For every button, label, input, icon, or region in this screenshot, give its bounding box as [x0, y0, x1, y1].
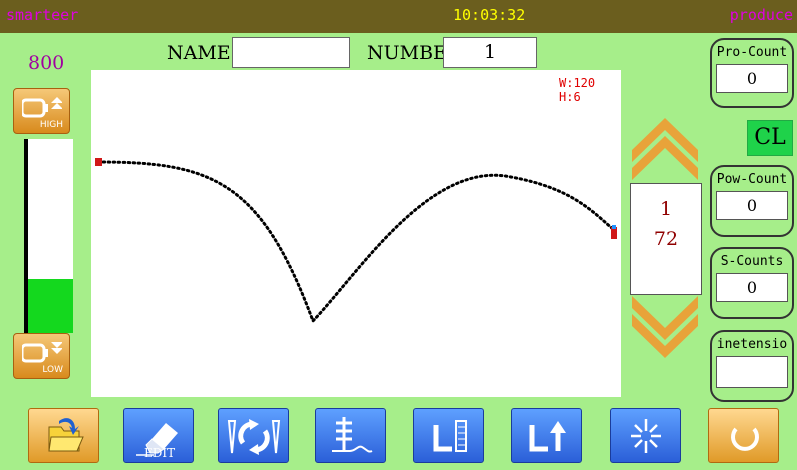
stitch-current: 1: [659, 198, 673, 220]
thread-feed-icon: [332, 417, 373, 453]
light-button[interactable]: [610, 408, 681, 463]
pow-counter: Pow-Count 0: [710, 165, 794, 237]
speed-down-icon: [22, 342, 62, 363]
speed-high-label: HIGH: [39, 120, 63, 130]
pattern-canvas: W:120 H:6: [91, 70, 621, 397]
speed-gauge-fill: [28, 278, 73, 333]
tension-title: inetensio: [716, 337, 788, 352]
speed-value: 800: [28, 52, 65, 74]
edit-button[interactable]: EDIT: [123, 408, 194, 463]
stitch-position: 1 72: [630, 183, 702, 295]
pro-counter-title: Pro-Count: [716, 45, 788, 60]
folder-open-icon: [48, 418, 84, 452]
chevron-down-icon[interactable]: [630, 296, 700, 366]
open-file-button[interactable]: [28, 408, 99, 463]
stitch-total: 72: [653, 228, 679, 250]
return-button[interactable]: [708, 408, 779, 463]
return-icon: [731, 427, 759, 451]
brand-label: smarteer: [6, 6, 79, 24]
clamp-button[interactable]: [413, 408, 484, 463]
needle-rotate-button[interactable]: [218, 408, 289, 463]
start-marker: [95, 158, 102, 166]
stitch-path: [95, 158, 617, 324]
speed-down-button[interactable]: LOW: [13, 333, 70, 379]
pro-counter-value[interactable]: 0: [716, 64, 788, 93]
tension-value[interactable]: [716, 356, 788, 388]
speed-low-label: LOW: [42, 365, 63, 375]
clamp-icon: [433, 420, 467, 452]
s-counter: S-Counts 0: [710, 247, 794, 319]
number-field[interactable]: 1: [443, 37, 537, 68]
light-icon: [631, 419, 661, 453]
speed-up-button[interactable]: HIGH: [13, 88, 70, 134]
pattern-dimensions: W:120 H:6: [559, 76, 595, 104]
pow-counter-value[interactable]: 0: [716, 191, 788, 220]
status-bar: smarteer 10:03:32 produce: [0, 0, 797, 33]
clamp-up-button[interactable]: [511, 408, 582, 463]
speed-gauge: [24, 139, 73, 333]
clock: 10:03:32: [453, 6, 526, 24]
pattern-width: W:120: [559, 76, 596, 90]
s-counter-title: S-Counts: [720, 254, 784, 269]
needle-rotate-icon: [227, 419, 281, 455]
thread-feed-button[interactable]: [315, 408, 386, 463]
edit-label: EDIT: [144, 446, 176, 460]
clamp-up-icon: [529, 421, 566, 452]
tension-counter: inetensio: [710, 330, 794, 402]
speed-up-icon: [22, 97, 62, 118]
mode-label: produce: [729, 6, 793, 24]
pattern-height: H:6: [559, 90, 581, 104]
s-counter-value[interactable]: 0: [716, 273, 788, 302]
name-label: NAME: [167, 42, 231, 64]
name-field[interactable]: [232, 37, 350, 68]
pro-counter: Pro-Count 0: [710, 38, 794, 108]
chevron-up-icon[interactable]: [630, 110, 700, 180]
clear-button[interactable]: CL: [747, 120, 793, 156]
pow-counter-title: Pow-Count: [716, 172, 788, 187]
